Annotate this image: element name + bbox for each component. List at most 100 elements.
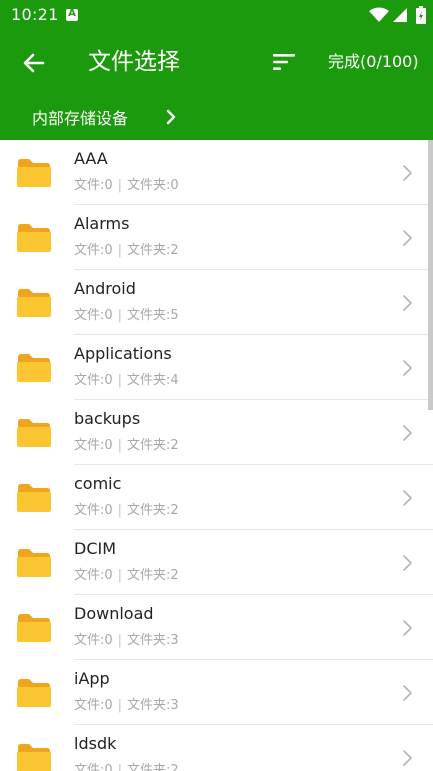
folder-count: 文件夹:0: [127, 178, 179, 193]
back-button[interactable]: [14, 43, 54, 83]
folder-count: 文件夹:2: [127, 503, 179, 518]
folder-name: backups: [74, 409, 141, 428]
meta-separator: |: [117, 633, 123, 648]
folder-row[interactable]: Android 文件:0 | 文件夹:5: [0, 270, 433, 335]
folder-row[interactable]: iApp 文件:0 | 文件夹:3: [0, 660, 433, 725]
breadcrumb[interactable]: 内部存储设备: [0, 98, 433, 140]
folder-row[interactable]: AAA 文件:0 | 文件夹:0: [0, 140, 433, 205]
file-count: 文件:0: [74, 633, 113, 648]
chevron-right-icon: [403, 230, 412, 246]
file-count: 文件:0: [74, 503, 113, 518]
notification-letter: A: [68, 8, 76, 19]
meta-separator: |: [117, 503, 123, 518]
meta-separator: |: [117, 178, 123, 193]
folder-count: 文件夹:3: [127, 698, 179, 713]
done-button[interactable]: 完成(0/100): [328, 50, 419, 74]
meta-separator: |: [117, 438, 123, 453]
folder-meta: 文件:0 | 文件夹:3: [74, 697, 179, 715]
folder-meta: 文件:0 | 文件夹:2: [74, 567, 179, 585]
file-count: 文件:0: [74, 438, 113, 453]
folder-count: 文件夹:2: [127, 763, 179, 771]
scrollbar[interactable]: [428, 140, 433, 410]
file-count: 文件:0: [74, 373, 113, 388]
folder-meta: 文件:0 | 文件夹:0: [74, 177, 179, 195]
file-count: 文件:0: [74, 178, 113, 193]
chevron-right-icon: [403, 165, 412, 181]
folder-icon: [17, 289, 51, 317]
folder-meta: 文件:0 | 文件夹:3: [74, 632, 179, 650]
folder-name: Android: [74, 279, 136, 298]
folder-name: Alarms: [74, 214, 130, 233]
sort-icon: [273, 54, 295, 70]
folder-icon: [17, 159, 51, 187]
folder-count: 文件夹:2: [127, 438, 179, 453]
folder-count: 文件夹:2: [127, 243, 179, 258]
meta-separator: |: [117, 243, 123, 258]
folder-row[interactable]: Alarms 文件:0 | 文件夹:2: [0, 205, 433, 270]
folder-name: ldsdk: [74, 734, 117, 753]
meta-separator: |: [117, 568, 123, 583]
chevron-right-icon: [403, 685, 412, 701]
folder-icon: [17, 549, 51, 577]
file-count: 文件:0: [74, 243, 113, 258]
app-header: 10:21 A 文件选择 完成(0/100) 内部存储设备: [0, 0, 433, 140]
folder-meta: 文件:0 | 文件夹:4: [74, 372, 179, 390]
folder-icon: [17, 614, 51, 642]
folder-count: 文件夹:3: [127, 633, 179, 648]
chevron-right-icon: [403, 620, 412, 636]
page-title: 文件选择: [88, 49, 180, 75]
folder-name: iApp: [74, 669, 110, 688]
folder-meta: 文件:0 | 文件夹:2: [74, 242, 179, 260]
folder-row[interactable]: comic 文件:0 | 文件夹:2: [0, 465, 433, 530]
notification-icon: A: [66, 8, 78, 21]
folder-icon: [17, 744, 51, 771]
chevron-right-icon: [403, 360, 412, 376]
file-count: 文件:0: [74, 308, 113, 323]
folder-meta: 文件:0 | 文件夹:2: [74, 502, 179, 520]
chevron-right-icon: [403, 490, 412, 506]
breadcrumb-internal-storage[interactable]: 内部存储设备: [32, 108, 128, 130]
arrow-left-icon: [23, 53, 45, 73]
folder-icon: [17, 679, 51, 707]
meta-separator: |: [117, 698, 123, 713]
folder-row[interactable]: Download 文件:0 | 文件夹:3: [0, 595, 433, 660]
meta-separator: |: [117, 308, 123, 323]
folder-name: DCIM: [74, 539, 117, 558]
folder-row[interactable]: ldsdk 文件:0 | 文件夹:2: [0, 725, 433, 771]
chevron-right-icon: [403, 295, 412, 311]
folder-name: AAA: [74, 149, 108, 168]
folder-icon: [17, 419, 51, 447]
folder-list[interactable]: AAA 文件:0 | 文件夹:0 Alarms 文件:0 | 文件夹:2 Android 文件:0…: [0, 140, 433, 771]
chevron-right-icon: [403, 555, 412, 571]
signal-icon: [393, 8, 407, 22]
file-count: 文件:0: [74, 763, 113, 771]
folder-name: comic: [74, 474, 122, 493]
folder-name: Download: [74, 604, 154, 623]
battery-icon: [416, 6, 426, 24]
meta-separator: |: [117, 373, 123, 388]
folder-count: 文件夹:2: [127, 568, 179, 583]
folder-row[interactable]: Applications 文件:0 | 文件夹:4: [0, 335, 433, 400]
folder-row[interactable]: backups 文件:0 | 文件夹:2: [0, 400, 433, 465]
file-count: 文件:0: [74, 568, 113, 583]
folder-meta: 文件:0 | 文件夹:2: [74, 762, 179, 771]
toolbar: 文件选择 完成(0/100): [0, 30, 433, 96]
folder-meta: 文件:0 | 文件夹:2: [74, 437, 179, 455]
chevron-right-icon: [403, 425, 412, 441]
folder-count: 文件夹:4: [127, 373, 179, 388]
wifi-icon: [369, 7, 389, 22]
status-bar: 10:21 A: [0, 0, 433, 30]
chevron-right-icon: [403, 750, 412, 766]
file-count: 文件:0: [74, 698, 113, 713]
meta-separator: |: [117, 763, 123, 771]
folder-icon: [17, 224, 51, 252]
folder-meta: 文件:0 | 文件夹:5: [74, 307, 179, 325]
folder-row[interactable]: DCIM 文件:0 | 文件夹:2: [0, 530, 433, 595]
sort-button[interactable]: [266, 44, 302, 80]
folder-count: 文件夹:5: [127, 308, 179, 323]
folder-icon: [17, 354, 51, 382]
folder-name: Applications: [74, 344, 172, 363]
folder-icon: [17, 484, 51, 512]
status-time: 10:21: [11, 5, 59, 24]
chevron-right-icon: [166, 109, 176, 125]
